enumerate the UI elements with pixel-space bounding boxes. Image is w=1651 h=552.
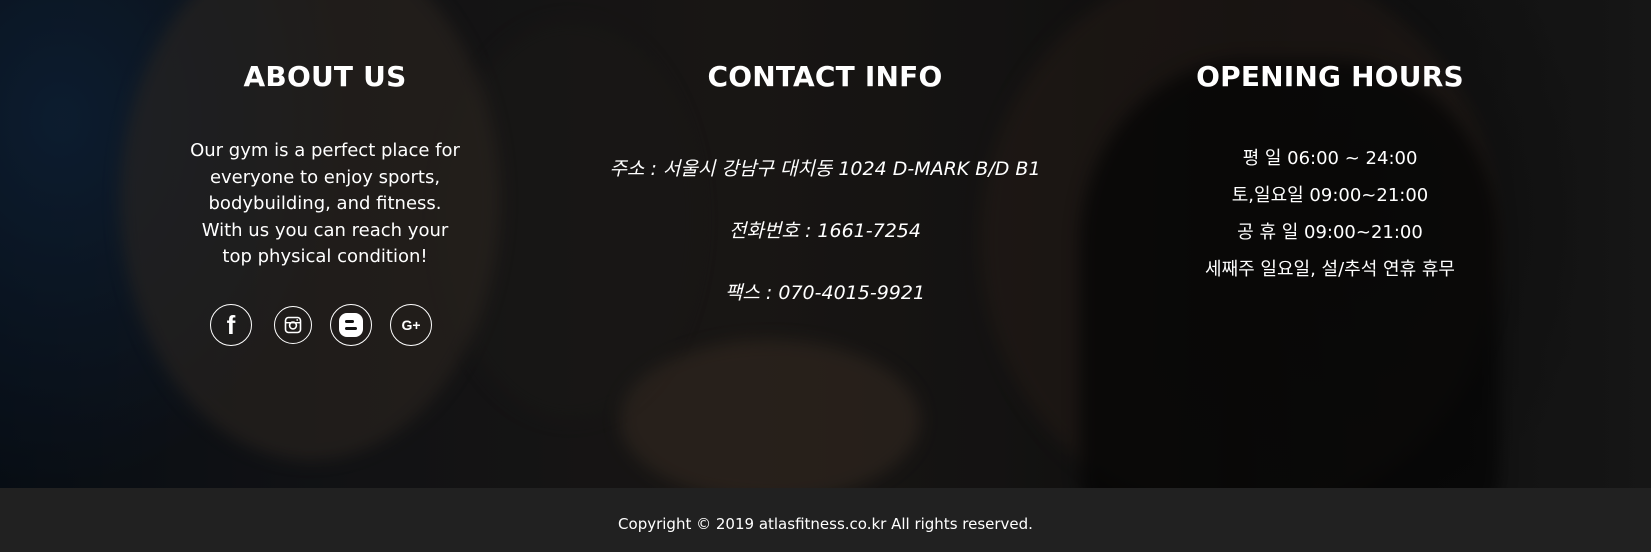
hero-background: ABOUT US Our gym is a perfect place for …	[0, 0, 1651, 488]
google-plus-icon: G+	[401, 317, 421, 333]
blogger-button[interactable]	[330, 304, 372, 346]
about-title: ABOUT US	[243, 60, 407, 93]
instagram-button[interactable]	[274, 306, 312, 344]
hours-title: OPENING HOURS	[1196, 60, 1464, 93]
hours-weekend: 토,일요일 09:00~21:00	[1231, 185, 1429, 206]
copyright-text: Copyright © 2019 atlasfitness.co.kr All …	[618, 515, 1033, 533]
blogger-icon	[338, 312, 364, 338]
social-links: f G+	[210, 304, 440, 350]
contact-title: CONTACT INFO	[707, 60, 943, 93]
footer: Copyright © 2019 atlasfitness.co.kr All …	[0, 488, 1651, 552]
contact-fax: 팩스 : 070-4015-9921	[724, 282, 926, 304]
hours-holiday: 공 휴 일 09:00~21:00	[1237, 222, 1423, 243]
hours-closed-note: 세째주 일요일, 설/추석 연휴 휴무	[1205, 259, 1455, 280]
facebook-button[interactable]: f	[210, 304, 252, 346]
contact-address: 주소 : 서울시 강남구 대치동 1024 D-MARK B/D B1	[609, 158, 1041, 180]
contact-phone: 전화번호 : 1661-7254	[729, 220, 921, 242]
google-plus-button[interactable]: G+	[390, 304, 432, 346]
about-text: Our gym is a perfect place for everyone …	[190, 140, 460, 267]
hours-weekday: 평 일 06:00 ~ 24:00	[1242, 148, 1418, 169]
instagram-icon	[284, 316, 302, 334]
facebook-icon: f	[226, 310, 236, 340]
